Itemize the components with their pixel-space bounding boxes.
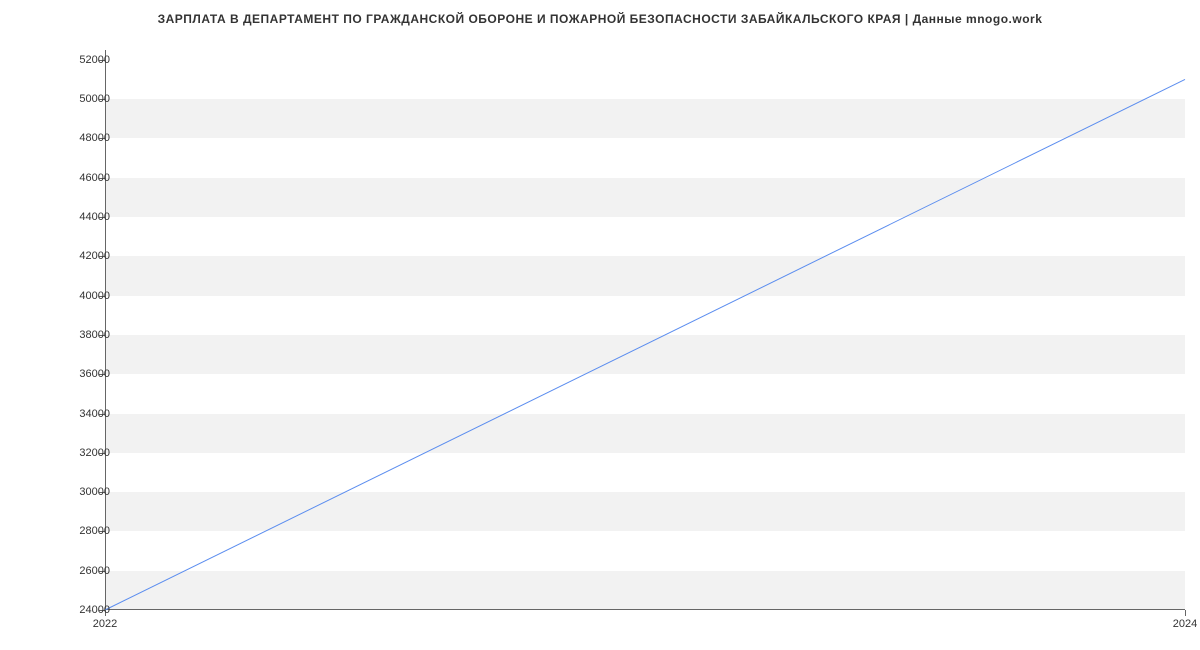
y-tick-label: 28000 [79, 525, 110, 537]
chart-line-svg [105, 50, 1185, 610]
y-tick-label: 32000 [79, 447, 110, 459]
chart-container: ЗАРПЛАТА В ДЕПАРТАМЕНТ ПО ГРАЖДАНСКОЙ ОБ… [0, 0, 1200, 650]
y-tick-label: 24000 [79, 604, 110, 616]
x-tick-label: 2024 [1173, 618, 1197, 630]
y-tick-label: 34000 [79, 408, 110, 420]
y-tick-label: 52000 [79, 54, 110, 66]
y-tick-label: 36000 [79, 368, 110, 380]
plot-area: 20222024 [105, 50, 1185, 610]
y-tick-label: 30000 [79, 486, 110, 498]
y-tick-label: 40000 [79, 290, 110, 302]
chart-title: ЗАРПЛАТА В ДЕПАРТАМЕНТ ПО ГРАЖДАНСКОЙ ОБ… [0, 12, 1200, 26]
x-tick [1185, 610, 1186, 616]
y-tick-label: 44000 [79, 211, 110, 223]
y-tick-label: 38000 [79, 329, 110, 341]
series-line [105, 79, 1185, 610]
y-tick-label: 42000 [79, 250, 110, 262]
x-tick-label: 2022 [93, 618, 117, 630]
y-tick-label: 50000 [79, 93, 110, 105]
y-tick-label: 26000 [79, 565, 110, 577]
y-tick-label: 48000 [79, 132, 110, 144]
y-tick-label: 46000 [79, 172, 110, 184]
